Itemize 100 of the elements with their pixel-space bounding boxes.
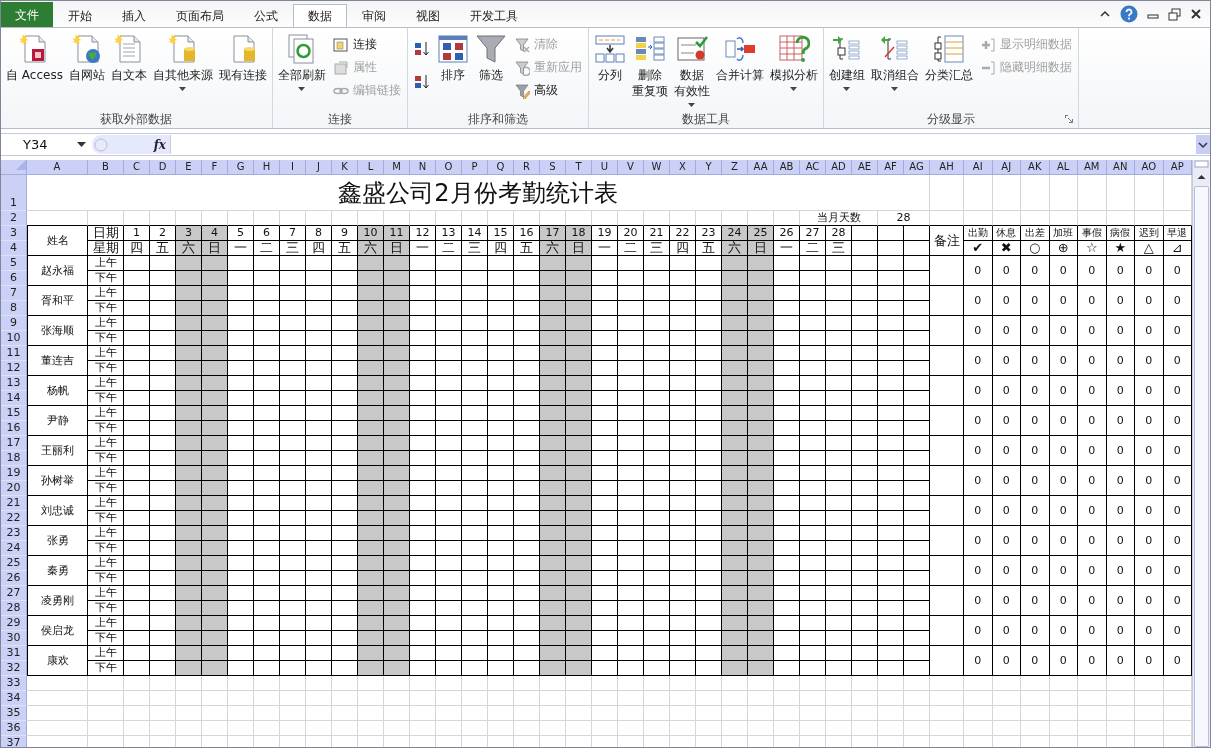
ribbon-button[interactable]: 取消组合: [868, 30, 921, 111]
row-header[interactable]: 1: [1, 175, 27, 211]
column-header[interactable]: AJ: [992, 160, 1021, 175]
row-header[interactable]: 32: [1, 661, 27, 676]
ribbon-button[interactable]: 删除 重复项: [629, 30, 670, 111]
restore-icon[interactable]: [1168, 7, 1181, 21]
row-header[interactable]: 11: [1, 346, 27, 361]
ribbon-button[interactable]: 排序: [434, 30, 471, 111]
column-header[interactable]: Z: [722, 160, 748, 175]
scroll-thumb[interactable]: [1194, 186, 1209, 747]
column-header[interactable]: E: [176, 160, 202, 175]
row-header[interactable]: 30: [1, 631, 27, 646]
row-header[interactable]: 26: [1, 571, 27, 586]
ribbon-button[interactable]: 高级: [510, 80, 585, 101]
column-header[interactable]: AI: [964, 160, 993, 175]
column-header[interactable]: V: [618, 160, 644, 175]
row-header[interactable]: 2: [1, 211, 27, 226]
row-header[interactable]: 31: [1, 646, 27, 661]
row-header[interactable]: 7: [1, 286, 27, 301]
column-header[interactable]: M: [384, 160, 410, 175]
column-header[interactable]: X: [670, 160, 696, 175]
column-header[interactable]: AG: [904, 160, 930, 175]
row-header[interactable]: 8: [1, 301, 27, 316]
column-header[interactable]: T: [566, 160, 592, 175]
column-header[interactable]: N: [410, 160, 436, 175]
ribbon-tab[interactable]: 开发工具: [455, 4, 533, 27]
ribbon-button[interactable]: 合并计算: [713, 30, 766, 111]
column-header[interactable]: P: [462, 160, 488, 175]
ribbon-tab[interactable]: 页面布局: [161, 4, 239, 27]
column-header[interactable]: H: [254, 160, 280, 175]
column-header[interactable]: L: [358, 160, 384, 175]
column-header[interactable]: Y: [696, 160, 722, 175]
ribbon-button[interactable]: 模拟分析: [767, 30, 820, 111]
column-header[interactable]: AE: [852, 160, 878, 175]
column-header[interactable]: R: [514, 160, 540, 175]
row-header[interactable]: 3: [1, 226, 27, 241]
row-header[interactable]: 4: [1, 241, 27, 256]
expand-icon[interactable]: [1196, 135, 1210, 154]
name-box[interactable]: Y34: [1, 137, 71, 152]
row-header[interactable]: 6: [1, 271, 27, 286]
insert-function-button[interactable]: fx: [153, 137, 166, 152]
dialog-launcher-icon[interactable]: [1064, 115, 1073, 123]
ribbon-tab[interactable]: 文件: [1, 2, 53, 27]
close-icon[interactable]: [1190, 8, 1202, 20]
vertical-scrollbar[interactable]: [1192, 160, 1210, 747]
column-header[interactable]: AL: [1049, 160, 1078, 175]
row-header[interactable]: 35: [1, 706, 27, 721]
ribbon-button[interactable]: 全部刷新: [275, 30, 328, 111]
column-header[interactable]: AN: [1106, 160, 1135, 175]
column-header[interactable]: AC: [800, 160, 826, 175]
column-header[interactable]: AD: [826, 160, 852, 175]
row-header[interactable]: 12: [1, 361, 27, 376]
column-header[interactable]: I: [280, 160, 306, 175]
row-header[interactable]: 21: [1, 496, 27, 511]
ribbon-button[interactable]: 筛选: [472, 30, 509, 111]
ribbon-tab[interactable]: 视图: [401, 4, 455, 27]
row-header[interactable]: 10: [1, 331, 27, 346]
column-header[interactable]: AB: [774, 160, 800, 175]
row-header[interactable]: 23: [1, 526, 27, 541]
help-icon[interactable]: [1120, 5, 1138, 23]
row-header[interactable]: 36: [1, 721, 27, 736]
row-header[interactable]: 5: [1, 256, 27, 271]
row-header[interactable]: 14: [1, 391, 27, 406]
ribbon-tab[interactable]: 开始: [53, 4, 107, 27]
row-header[interactable]: 28: [1, 601, 27, 616]
row-header[interactable]: 18: [1, 451, 27, 466]
caret-icon[interactable]: [77, 142, 86, 147]
ribbon-tab[interactable]: 审阅: [347, 4, 401, 27]
column-header[interactable]: O: [436, 160, 462, 175]
row-header[interactable]: 13: [1, 376, 27, 391]
row-header[interactable]: 16: [1, 421, 27, 436]
column-header[interactable]: U: [592, 160, 618, 175]
ribbon-button[interactable]: 自 Access: [4, 30, 65, 111]
column-header[interactable]: F: [202, 160, 228, 175]
ribbon-button[interactable]: 自文本: [108, 30, 149, 111]
row-header[interactable]: 9: [1, 316, 27, 331]
row-header[interactable]: 25: [1, 556, 27, 571]
row-header[interactable]: 19: [1, 466, 27, 481]
column-header[interactable]: G: [228, 160, 254, 175]
column-header[interactable]: AA: [748, 160, 774, 175]
row-header[interactable]: 20: [1, 481, 27, 496]
column-header[interactable]: D: [150, 160, 176, 175]
split-handle-icon[interactable]: [1194, 160, 1209, 168]
row-header[interactable]: 37: [1, 736, 27, 747]
column-header[interactable]: Q: [488, 160, 514, 175]
column-header[interactable]: S: [540, 160, 566, 175]
ribbon-tab[interactable]: 数据: [293, 4, 347, 27]
column-header[interactable]: AO: [1135, 160, 1164, 175]
row-header[interactable]: 27: [1, 586, 27, 601]
column-header[interactable]: K: [332, 160, 358, 175]
row-header[interactable]: 33: [1, 676, 27, 691]
column-header[interactable]: J: [306, 160, 332, 175]
column-header[interactable]: AF: [878, 160, 904, 175]
column-header[interactable]: B: [88, 160, 124, 175]
ribbon-button[interactable]: 创建组: [826, 30, 867, 111]
ribbon-button[interactable]: 数据 有效性: [671, 30, 712, 111]
column-header[interactable]: A: [27, 160, 88, 175]
ribbon-button[interactable]: 自网站: [66, 30, 107, 111]
row-header[interactable]: 34: [1, 691, 27, 706]
ribbon-button[interactable]: 分类汇总: [922, 30, 975, 111]
